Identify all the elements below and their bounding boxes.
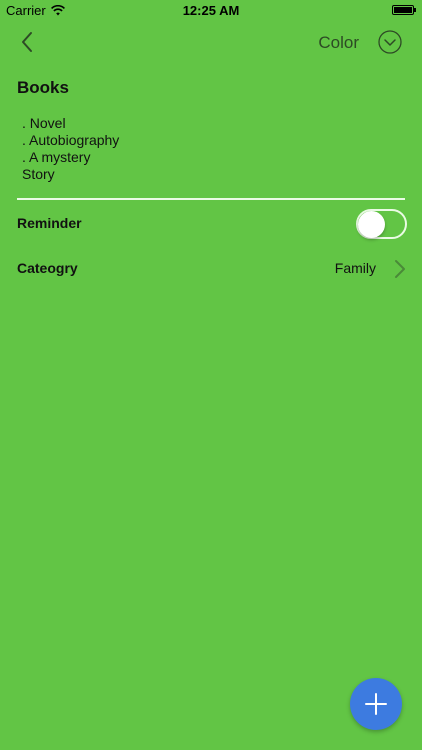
note-detail-screen: Carrier 12:25 AM Color Books . Novel . A…	[0, 0, 422, 750]
color-button[interactable]: Color	[318, 33, 359, 53]
note-body[interactable]: . Novel . Autobiography . A mystery Stor…	[22, 115, 402, 183]
battery-cap	[414, 8, 416, 12]
battery-icon	[392, 5, 416, 15]
color-dropdown-button[interactable]	[378, 30, 402, 54]
back-button[interactable]	[14, 28, 42, 56]
toggle-knob	[358, 211, 385, 238]
chevron-left-icon	[22, 32, 32, 52]
chevron-right-icon	[395, 260, 405, 278]
status-bar: Carrier 12:25 AM	[0, 0, 422, 22]
add-button[interactable]	[350, 678, 402, 730]
chevron-down-circle-icon	[378, 30, 402, 54]
plus-icon	[365, 693, 387, 715]
battery-fill	[394, 7, 412, 13]
note-title[interactable]: Books	[17, 78, 69, 98]
reminder-label: Reminder	[17, 215, 82, 231]
category-label: Cateogry	[17, 260, 78, 276]
status-time: 12:25 AM	[182, 3, 240, 18]
category-value: Family	[334, 260, 376, 276]
reminder-toggle[interactable]	[356, 209, 407, 239]
divider	[17, 198, 405, 200]
